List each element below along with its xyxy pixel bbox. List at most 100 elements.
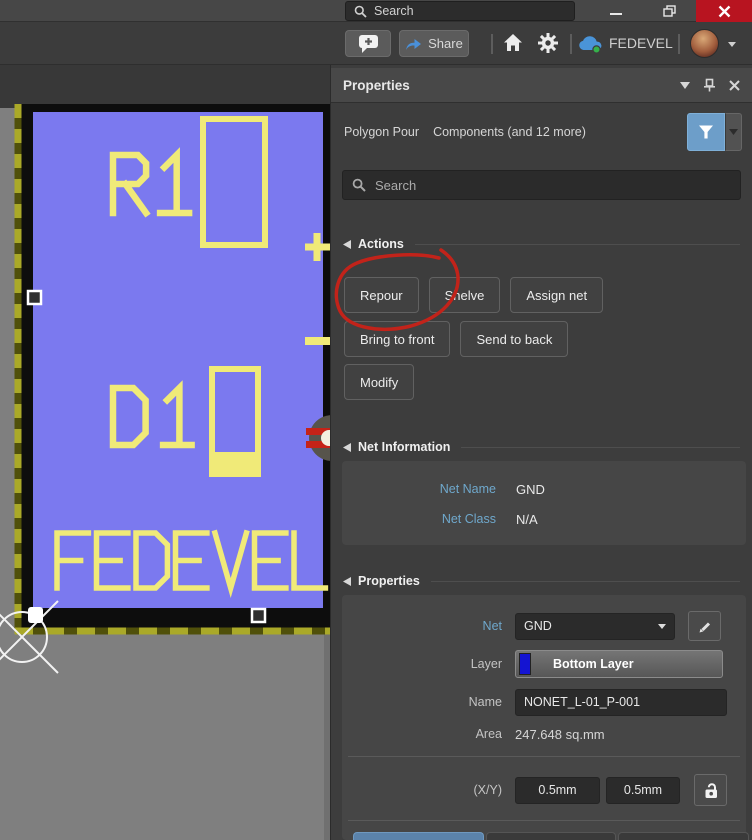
toolbar-separator — [491, 34, 493, 54]
toolbar-separator — [678, 34, 680, 54]
pencil-icon — [697, 619, 712, 634]
send-to-back-button[interactable]: Send to back — [460, 321, 568, 357]
xy-lock-button[interactable] — [694, 774, 727, 806]
account-name[interactable]: FEDEVEL — [609, 35, 673, 51]
comment-button[interactable] — [345, 30, 391, 57]
name-input[interactable]: NONET_L-01_P-001 — [515, 689, 727, 716]
layer-dropdown-value: Bottom Layer — [553, 657, 713, 671]
section-header-net-information[interactable]: Net Information — [331, 439, 752, 455]
divider — [348, 820, 740, 821]
section-header-actions[interactable]: Actions — [331, 236, 752, 252]
area-label: Area — [342, 727, 502, 741]
search-icon — [352, 178, 366, 192]
name-label: Name — [342, 695, 502, 709]
share-arrow-icon — [405, 37, 422, 51]
x-input[interactable]: 0.5mm — [515, 777, 600, 804]
global-search-input[interactable]: Search — [345, 1, 575, 21]
layer-label: Layer — [342, 657, 502, 671]
area-value: 247.648 sq.mm — [515, 727, 605, 742]
share-button[interactable]: Share — [399, 30, 469, 57]
minimize-button[interactable] — [596, 0, 636, 22]
x-input-value: 0.5mm — [538, 783, 576, 797]
section-rule — [431, 581, 740, 582]
diode-cathode-bar — [212, 452, 258, 476]
section-rule — [461, 447, 740, 448]
scope-primary: Polygon Pour — [344, 125, 419, 139]
pcb-canvas[interactable] — [0, 65, 330, 840]
section-label: Actions — [358, 237, 404, 251]
scope-filter-dropdown[interactable] — [725, 113, 742, 151]
net-information-group: Net Name GND Net Class N/A — [342, 461, 746, 545]
layer-color-swatch — [519, 653, 531, 675]
shelve-button[interactable]: Shelve — [429, 277, 501, 313]
comment-plus-icon — [358, 34, 379, 54]
panel-search-placeholder: Search — [375, 178, 416, 193]
cloud-icon[interactable] — [578, 34, 604, 59]
settings-gear-icon[interactable] — [538, 33, 558, 58]
net-dropdown[interactable]: GND — [515, 613, 675, 640]
altium-window: Search Share FEDEVEL — [0, 0, 752, 840]
panel-header[interactable]: Properties — [331, 68, 752, 103]
close-icon — [718, 5, 731, 18]
restore-button[interactable] — [650, 0, 690, 22]
share-label: Share — [428, 36, 463, 51]
title-bar: Search — [0, 0, 752, 22]
funnel-icon — [698, 125, 714, 139]
net-dropdown-value: GND — [524, 619, 552, 633]
xy-label: (X/Y) — [342, 783, 502, 797]
net-class-value: N/A — [516, 512, 538, 527]
toolbar-separator — [570, 34, 572, 54]
scope-filter-splitbutton — [687, 113, 742, 151]
modify-button[interactable]: Modify — [344, 364, 414, 400]
panel-menu-caret-icon[interactable] — [680, 82, 690, 89]
section-label: Net Information — [358, 440, 450, 454]
scope-filter-button[interactable] — [687, 113, 725, 151]
panel-search-input[interactable]: Search — [342, 170, 741, 200]
minimize-icon — [610, 5, 622, 17]
collapse-triangle-icon — [343, 443, 351, 452]
unlock-icon — [702, 782, 720, 799]
pour-mode-tab-selected[interactable] — [353, 832, 484, 840]
close-button[interactable] — [696, 0, 752, 22]
layer-dropdown[interactable]: Bottom Layer — [515, 650, 723, 678]
net-label: Net — [342, 619, 502, 633]
y-input-value: 0.5mm — [624, 783, 662, 797]
net-class-label: Net Class — [342, 512, 496, 526]
net-name-label: Net Name — [342, 482, 496, 496]
divider — [348, 756, 740, 757]
user-avatar[interactable] — [690, 29, 719, 58]
restore-icon — [663, 5, 677, 18]
global-search-placeholder: Search — [374, 4, 414, 18]
net-edit-button[interactable] — [688, 611, 721, 641]
section-header-properties[interactable]: Properties — [331, 573, 752, 589]
pour-mode-tab[interactable] — [486, 832, 617, 840]
properties-panel: Properties Polygon Pour Components (and … — [330, 65, 752, 840]
assign-net-button[interactable]: Assign net — [510, 277, 603, 313]
pour-mode-tab[interactable] — [618, 832, 749, 840]
pour-mode-tabs — [353, 832, 749, 840]
collapse-triangle-icon — [343, 577, 351, 586]
y-input[interactable]: 0.5mm — [606, 777, 680, 804]
net-name-value: GND — [516, 482, 545, 497]
chevron-down-icon — [658, 624, 666, 629]
chevron-down-icon — [729, 129, 738, 135]
home-icon[interactable] — [503, 33, 523, 57]
selection-scope-row: Polygon Pour Components (and 12 more) — [331, 110, 752, 154]
panel-title: Properties — [343, 78, 667, 93]
panel-pin-icon[interactable] — [703, 78, 716, 92]
collapse-triangle-icon — [343, 240, 351, 249]
selection-handle[interactable] — [28, 291, 41, 304]
account-dropdown-caret-icon[interactable] — [728, 42, 736, 47]
panel-close-icon[interactable] — [729, 80, 740, 91]
repour-button[interactable]: Repour — [344, 277, 419, 313]
bring-to-front-button[interactable]: Bring to front — [344, 321, 450, 357]
selection-handle[interactable] — [252, 609, 265, 622]
properties-group: Net GND Layer Bottom Layer Name — [342, 595, 746, 840]
main-toolbar: Share FEDEVEL — [0, 22, 752, 65]
name-input-value: NONET_L-01_P-001 — [524, 695, 640, 709]
search-icon — [354, 5, 367, 18]
pcb-drawing — [0, 65, 330, 840]
section-label: Properties — [358, 574, 420, 588]
section-rule — [415, 244, 740, 245]
scope-secondary: Components (and 12 more) — [433, 125, 586, 139]
